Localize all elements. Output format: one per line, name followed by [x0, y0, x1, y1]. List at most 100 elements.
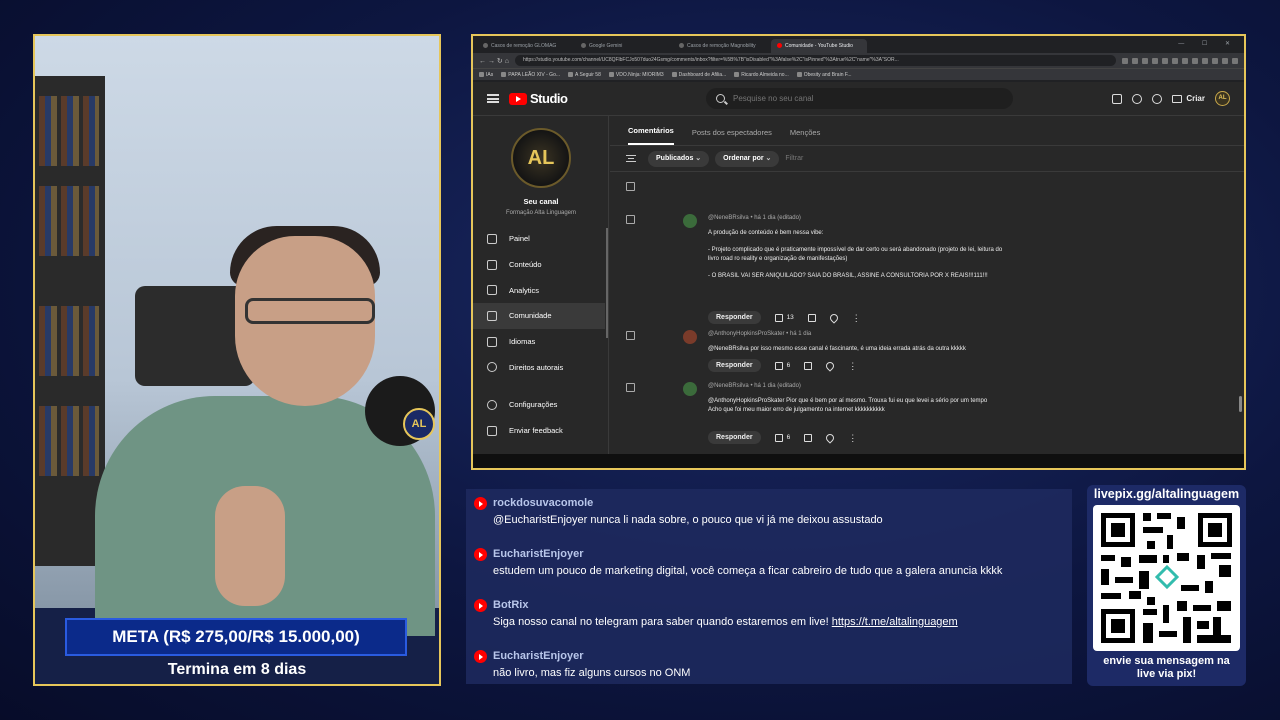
- heart-icon[interactable]: [824, 359, 836, 372]
- studio-brand[interactable]: Studio: [530, 91, 568, 106]
- comment-checkbox[interactable]: [626, 331, 635, 340]
- pix-instructions: envie sua mensagem na live via pix!: [1103, 655, 1230, 680]
- commenter-avatar[interactable]: [683, 382, 697, 396]
- sidebar-item-direitos[interactable]: Direitos autorais: [473, 354, 605, 380]
- comment-checkbox[interactable]: [626, 215, 635, 224]
- comment-actions: Responder 6 ⋮: [708, 359, 857, 372]
- filter-input[interactable]: Filtrar: [785, 155, 803, 162]
- chat-text: não livro, mas fiz alguns cursos no ONM: [493, 667, 691, 679]
- heart-icon[interactable]: [824, 431, 836, 444]
- reply-button[interactable]: Responder: [708, 311, 761, 324]
- account-avatar[interactable]: AL: [1215, 91, 1230, 106]
- pix-panel: livepix.gg/altalinguagem envie sua mensa…: [1087, 485, 1246, 686]
- address-bar-row: ← → ↻ ⌂ https://studio.youtube.com/chann…: [473, 53, 1244, 68]
- reply-button[interactable]: Responder: [708, 359, 761, 372]
- community-icon: [487, 310, 497, 321]
- tab-posts[interactable]: Posts dos espectadores: [692, 128, 772, 145]
- sidebar-item-configuracoes[interactable]: Configurações: [473, 392, 609, 418]
- chat-text: Siga nosso canal no telegram para saber …: [493, 616, 958, 628]
- browser-tab-active[interactable]: Comunidade - YouTube Studio: [771, 39, 867, 53]
- content-tabs: Comentários Posts dos espectadores Mençõ…: [610, 116, 1244, 146]
- notifications-icon[interactable]: [1152, 93, 1163, 104]
- gear-icon: [487, 399, 497, 410]
- thumbs-down-icon: [807, 313, 816, 322]
- sidebar-item-idiomas[interactable]: Idiomas: [473, 329, 605, 355]
- bookmark[interactable]: Obesity and Brain F...: [797, 72, 852, 78]
- tab-comentarios[interactable]: Comentários: [628, 126, 674, 145]
- search-input[interactable]: [733, 94, 983, 103]
- extension-icons[interactable]: [1122, 57, 1238, 64]
- dislike-button[interactable]: [807, 313, 816, 322]
- like-button[interactable]: 6: [774, 361, 790, 370]
- comment-actions: Responder 6 ⋮: [708, 431, 857, 444]
- like-button[interactable]: 13: [774, 313, 794, 322]
- bookmark[interactable]: Ricardo Almeida no...: [734, 72, 789, 78]
- qr-code: [1093, 505, 1240, 651]
- chat-username: BotRix: [493, 599, 529, 611]
- url-field[interactable]: https://studio.youtube.com/channel/UC8QF…: [514, 55, 1116, 66]
- commenter-avatar[interactable]: [683, 330, 697, 344]
- dislike-button[interactable]: [804, 361, 813, 370]
- like-button[interactable]: 6: [774, 433, 790, 442]
- bookmark[interactable]: IAs: [479, 72, 493, 78]
- thumbs-up-icon: [774, 433, 783, 442]
- commenter-avatar[interactable]: [683, 214, 697, 228]
- dislike-button[interactable]: [804, 433, 813, 442]
- more-options-icon[interactable]: ⋮: [848, 433, 857, 442]
- chat-username: EucharistEnjoyer: [493, 650, 584, 662]
- bookmark[interactable]: A Seguir 58: [568, 72, 601, 78]
- pix-url: livepix.gg/altalinguagem: [1093, 487, 1240, 501]
- published-filter-chip[interactable]: Publicados: [648, 150, 710, 167]
- sidebar-item-feedback[interactable]: Enviar feedback: [473, 418, 609, 444]
- tab-mencoes[interactable]: Menções: [790, 128, 820, 145]
- streamer-hand: [215, 486, 285, 606]
- comment-checkbox[interactable]: [626, 383, 635, 392]
- feedback-icon[interactable]: [1112, 93, 1123, 104]
- sidebar-item-analytics[interactable]: Analytics: [473, 277, 605, 303]
- analytics-icon: [487, 285, 497, 296]
- search-box[interactable]: [706, 88, 1013, 109]
- bookmark[interactable]: PAPA LEÃO XIV - Go...: [501, 72, 560, 78]
- sidebar-item-painel[interactable]: Painel: [473, 226, 605, 252]
- youtube-logo-icon[interactable]: [509, 92, 527, 105]
- more-options-icon[interactable]: ⋮: [848, 361, 857, 370]
- feedback-icon: [487, 425, 497, 436]
- goal-end-text: Termina em 8 dias: [167, 661, 307, 678]
- comments-scrollbar[interactable]: [1239, 396, 1242, 412]
- more-options-icon[interactable]: ⋮: [852, 313, 861, 322]
- sort-by-chip[interactable]: Ordenar por: [715, 150, 780, 167]
- select-all-checkbox[interactable]: [626, 182, 635, 191]
- back-forward-reload-icons[interactable]: ← → ↻ ⌂: [479, 57, 509, 65]
- sidebar-item-comunidade[interactable]: Comunidade: [473, 303, 605, 329]
- browser-bottom-bar: [473, 454, 1244, 468]
- youtube-icon: [474, 497, 487, 510]
- youtube-studio: Studio Criar AL AL Seu canal Formação Al…: [473, 82, 1244, 468]
- reply-button[interactable]: Responder: [708, 431, 761, 444]
- content-icon: [487, 259, 497, 270]
- webcam-video: AL: [35, 36, 439, 636]
- sidebar-scrollbar[interactable]: [606, 228, 608, 338]
- search-icon: [716, 94, 725, 103]
- channel-avatar[interactable]: AL: [511, 128, 571, 188]
- create-button[interactable]: Criar: [1172, 94, 1205, 103]
- chat-username: rockdosuvacomole: [493, 497, 594, 509]
- hamburger-menu-icon[interactable]: [487, 94, 499, 103]
- copyright-icon: [487, 362, 497, 373]
- telegram-link[interactable]: https://t.me/altalinguagem: [832, 616, 958, 628]
- comment-meta: @AnthonyHopkinsProSkater • há 1 dia: [708, 331, 812, 337]
- sidebar-item-conteudo[interactable]: Conteúdo: [473, 252, 605, 278]
- filter-icon[interactable]: [626, 155, 636, 162]
- help-icon[interactable]: [1132, 93, 1143, 104]
- sidebar-menu: Painel Conteúdo Analytics Comunidade Idi…: [473, 226, 605, 380]
- browser-tab[interactable]: Casos de remoção Magnobility: [673, 39, 769, 53]
- header-actions: Criar AL: [1112, 91, 1230, 106]
- window-controls[interactable]: — ☐ ✕: [1178, 40, 1238, 47]
- browser-tab[interactable]: Google Gemini: [575, 39, 671, 53]
- browser-tab[interactable]: Casos de remoção GLOMAG: [477, 39, 573, 53]
- thumbs-up-icon: [774, 361, 783, 370]
- bookmark[interactable]: Dashboard de Afilia...: [672, 72, 727, 78]
- comment-actions: Responder 13 ⋮: [708, 311, 861, 324]
- bookmark[interactable]: VDO.Ninja: MIORIM3: [609, 72, 664, 78]
- donation-goal: META (R$ 275,00/R$ 15.000,00): [65, 618, 407, 656]
- heart-icon[interactable]: [828, 311, 840, 324]
